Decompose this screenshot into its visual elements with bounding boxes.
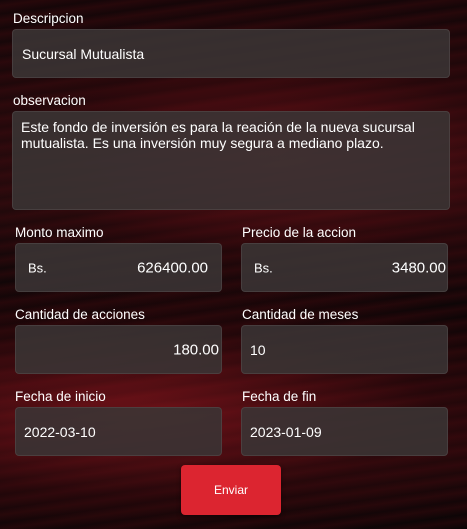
fecha-fin-label: Fecha de fin <box>242 389 317 404</box>
currency-prefix: Bs. <box>28 260 47 275</box>
descripcion-value: Sucursal Mutualista <box>22 45 145 62</box>
fecha-inicio-label: Fecha de inicio <box>15 389 106 404</box>
observacion-label: observacion <box>13 93 86 108</box>
cantidad-meses-label: Cantidad de meses <box>242 307 359 322</box>
investment-fund-form: Descripcion Sucursal Mutualista observac… <box>0 0 467 529</box>
precio-accion-label: Precio de la accion <box>242 225 357 240</box>
monto-maximo-field[interactable]: Bs. 626400.00 <box>15 243 222 292</box>
fecha-fin-value: 2023-01-09 <box>250 423 322 440</box>
fecha-fin-field[interactable]: 2023-01-09 <box>241 407 448 456</box>
currency-prefix: Bs. <box>254 260 273 275</box>
descripcion-label: Descripcion <box>13 11 84 26</box>
descripcion-field[interactable]: Sucursal Mutualista <box>12 29 450 78</box>
fecha-inicio-value: 2022-03-10 <box>24 423 96 440</box>
cantidad-meses-value: 10 <box>250 341 266 358</box>
cantidad-acciones-value: 180.00 <box>173 341 219 358</box>
precio-accion-value: 3480.00 <box>391 259 446 276</box>
monto-maximo-value: 626400.00 <box>137 259 208 276</box>
cantidad-acciones-field[interactable]: 180.00 <box>15 325 222 374</box>
cantidad-acciones-label: Cantidad de acciones <box>15 307 145 322</box>
submit-button[interactable]: Enviar <box>181 465 281 515</box>
fecha-inicio-field[interactable]: 2022-03-10 <box>15 407 222 456</box>
observacion-textarea[interactable]: Este fondo de inversión es para la reaci… <box>12 111 450 210</box>
observacion-value: Este fondo de inversión es para la reaci… <box>21 119 415 151</box>
monto-maximo-label: Monto maximo <box>15 225 104 240</box>
cantidad-meses-field[interactable]: 10 <box>241 325 448 374</box>
precio-accion-field[interactable]: Bs. 3480.00 <box>241 243 448 292</box>
